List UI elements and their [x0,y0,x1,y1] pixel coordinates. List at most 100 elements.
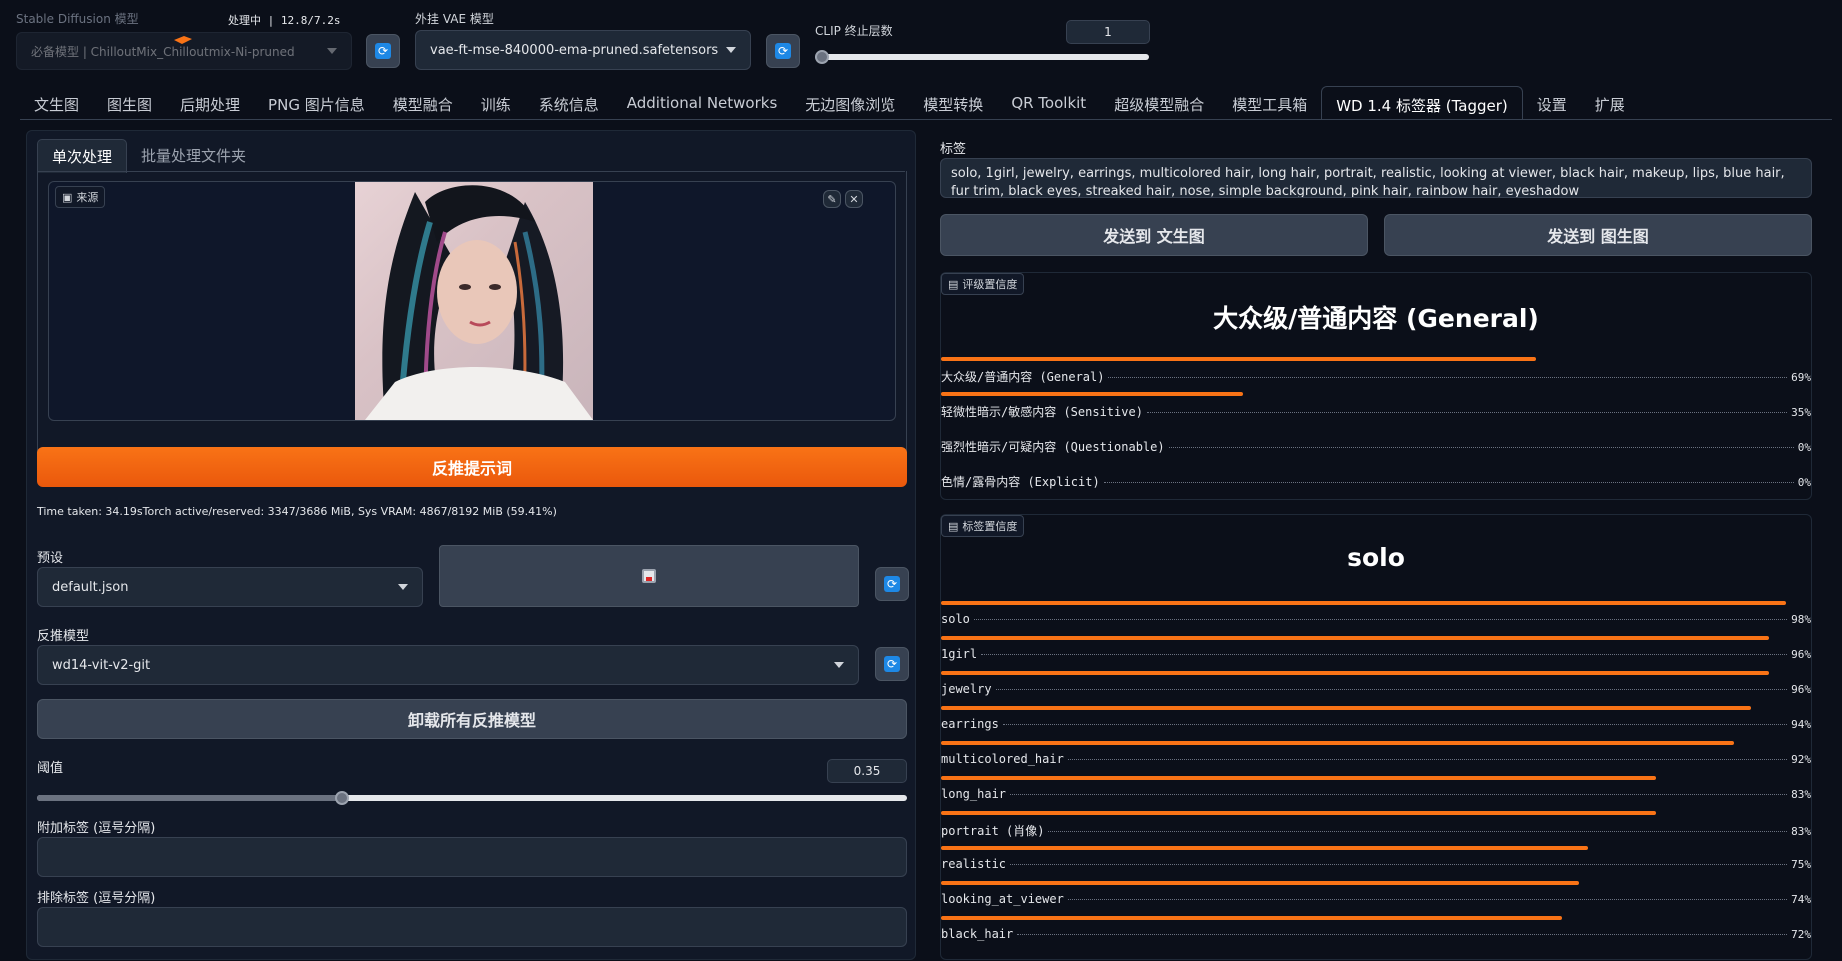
refresh-sd-model-button[interactable]: ⟳ [366,34,400,68]
clip-skip-slider-thumb[interactable] [815,50,829,64]
sd-model-value: 必备模型 | ChilloutMix_Chilloutmix-Ni-pruned [31,44,295,59]
subtab-single[interactable]: 单次处理 [37,139,128,173]
refresh-icon: ⟳ [884,656,900,672]
interrogator-model-select[interactable]: wd14-vit-v2-git [37,645,859,685]
threshold-slider-fill [37,795,342,801]
tab-0[interactable]: 文生图 [20,86,93,120]
chevron-down-icon [327,48,337,54]
chevron-down-icon [834,662,844,668]
rating-badge: ▤ 评级置信度 [941,273,1025,295]
tag-conf-label: jewelry [941,682,992,696]
refresh-model-button[interactable]: ⟳ [875,647,909,681]
tag-conf-bar [941,601,1786,605]
close-icon: ✕ [849,192,859,206]
tab-13[interactable]: WD 1.4 标签器 (Tagger) [1321,86,1523,120]
save-preset-button[interactable] [439,545,859,607]
chevron-down-icon [398,584,408,590]
tag-conf-percent: 98% [1791,613,1811,626]
subtab-batch[interactable]: 批量处理文件夹 [127,139,260,173]
tab-11[interactable]: 超级模型融合 [1100,86,1218,120]
rating-badge-label: 评级置信度 [962,278,1018,291]
tab-9[interactable]: 模型转换 [909,86,997,120]
tag-conf-percent: 75% [1791,858,1811,871]
send-to-txt2img-button[interactable]: 发送到 文生图 [940,214,1368,256]
tag-conf-leader [1067,899,1788,900]
tab-1[interactable]: 图生图 [93,86,166,120]
clip-skip-label: CLIP 终止层数 [815,24,893,38]
chart-icon: ▤ [948,277,959,291]
interrogate-button[interactable]: 反推提示词 [37,447,907,487]
tag-conf-leader [981,654,1788,655]
exclude-tags-input[interactable] [37,907,907,947]
tag-conf-percent: 72% [1791,928,1811,941]
image-icon: ▣ [62,190,73,204]
tag-conf-text: solo 98% [941,612,1811,626]
tag-conf-leader [973,619,1788,620]
preset-select[interactable]: default.json [37,567,423,607]
vae-select[interactable]: vae-ft-mse-840000-ema-pruned.safetensors [415,30,751,70]
tab-7[interactable]: Additional Networks [613,86,792,120]
tag-conf-text: black_hair 72% [941,927,1811,941]
rating-label: 大众级/普通内容 (General) [941,370,1105,384]
tab-6[interactable]: 系统信息 [525,86,613,120]
clip-skip-slider[interactable] [815,54,1149,60]
tab-5[interactable]: 训练 [467,86,525,120]
tag-conf-bar [941,846,1588,850]
tag-conf-label: looking_at_viewer [941,892,1064,906]
tag-conf-text: multicolored_hair 92% [941,752,1811,766]
source-badge: ▣ 来源 [55,186,106,208]
image-drop-area[interactable]: ▣ 来源 ✎ ✕ [48,181,896,421]
rating-percent: 0% [1797,441,1811,454]
tab-14[interactable]: 设置 [1523,86,1581,120]
clear-image-button[interactable]: ✕ [845,190,863,208]
tag-conf-row: realistic 75% [941,846,1811,876]
tag-conf-text: long_hair 83% [941,787,1811,801]
send-to-img2img-button[interactable]: 发送到 图生图 [1384,214,1812,256]
tag-conf-percent: 92% [1791,753,1811,766]
rating-percent: 69% [1791,371,1811,384]
threshold-slider-thumb[interactable] [334,791,349,805]
tag-conf-bar [941,706,1751,710]
tab-15[interactable]: 扩展 [1581,86,1639,120]
tag-conf-text: looking_at_viewer 74% [941,892,1811,906]
vae-label: 外挂 VAE 模型 [415,12,494,26]
tab-3[interactable]: PNG 图片信息 [254,86,379,120]
rating-label: 强烈性暗示/可疑内容 (Questionable) [941,440,1165,454]
tab-10[interactable]: QR Toolkit [997,86,1100,120]
model-value: wd14-vit-v2-git [52,657,151,673]
tag-conf-label: multicolored_hair [941,752,1064,766]
rating-label: 色情/露骨内容 (Explicit) [941,475,1100,489]
refresh-vae-button[interactable]: ⟳ [766,34,800,68]
additional-tags-input[interactable] [37,837,907,877]
threshold-slider[interactable] [37,795,907,801]
preset-value: default.json [52,579,129,595]
tag-conf-row: black_hair 72% [941,916,1811,946]
tag-confidence-list: solo 98% 1girl 96% jewelry 96% earrings 94% mult… [941,601,1811,961]
unload-models-button[interactable]: 卸载所有反推模型 [37,699,907,739]
tag-conf-bar [941,811,1656,815]
tag-conf-bar [941,881,1579,885]
rating-row: 轻微性暗示/敏感内容 (Sensitive) 35% [941,392,1811,422]
tag-confidence-box: ▤ 标签置信度 solo solo 98% 1girl 96% jewelry 96% ea… [940,514,1812,960]
edit-image-button[interactable]: ✎ [823,190,841,208]
tag-conf-label: earrings [941,717,999,731]
tags-output[interactable]: solo, 1girl, jewelry, earrings, multicol… [940,158,1812,198]
tag-conf-bar [941,636,1769,640]
rating-title: 大众级/普通内容 (General) [1213,304,1539,333]
tags-label: 标签 [940,142,967,157]
clip-skip-number-input[interactable]: 1 [1066,20,1150,44]
tag-conf-row: looking_at_viewer 74% [941,881,1811,911]
tab-4[interactable]: 模型融合 [379,86,467,120]
model-label: 反推模型 [37,629,90,644]
threshold-number-input[interactable]: 0.35 [827,759,907,783]
tag-conf-row: multicolored_hair 92% [941,741,1811,771]
rating-row: 强烈性暗示/可疑内容 (Questionable) 0% [941,427,1811,457]
tab-12[interactable]: 模型工具箱 [1218,86,1321,120]
tab-8[interactable]: 无边图像浏览 [791,86,909,120]
tag-conf-row: 1girl 96% [941,636,1811,666]
refresh-preset-button[interactable]: ⟳ [875,567,909,601]
tag-conf-text: earrings 94% [941,717,1811,731]
tags-title: solo [1347,543,1405,572]
tag-conf-bar [941,916,1562,920]
tab-2[interactable]: 后期处理 [166,86,254,120]
